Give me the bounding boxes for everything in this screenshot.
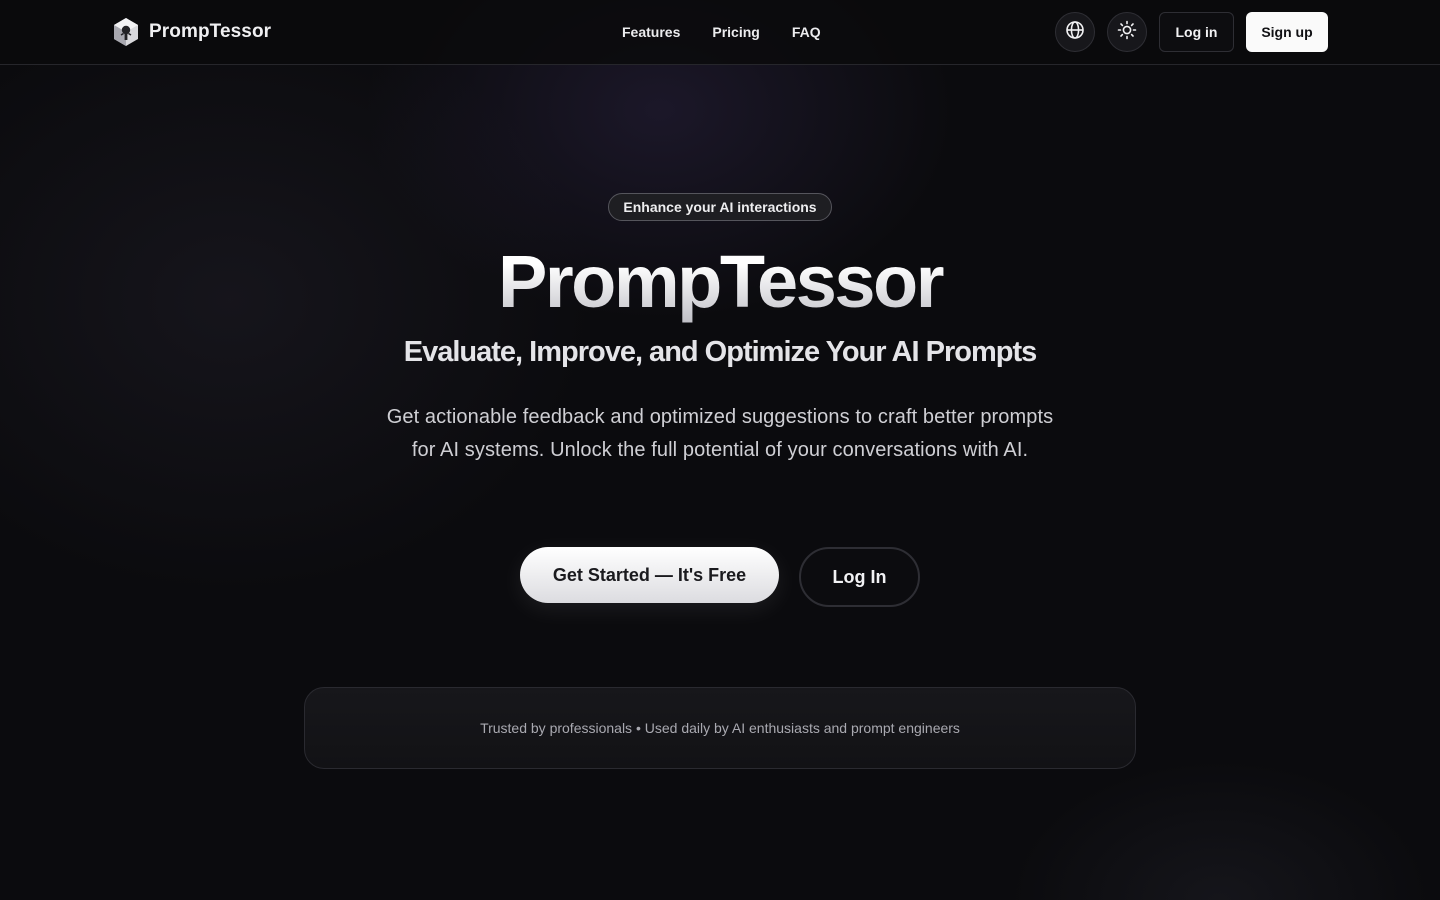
header-login-button[interactable]: Log in <box>1159 12 1234 52</box>
brand-name: PrompTessor <box>149 21 272 42</box>
nav-link-features[interactable]: Features <box>622 22 680 42</box>
prompttessor-logo-icon <box>113 17 139 47</box>
nav-link-faq[interactable]: FAQ <box>792 22 821 42</box>
trust-text: Trusted by professionals • Used daily by… <box>480 720 960 736</box>
globe-icon <box>1065 20 1085 45</box>
hero-login-button[interactable]: Log In <box>799 547 920 607</box>
nav-link-pricing[interactable]: Pricing <box>712 22 759 42</box>
hero-badge: Enhance your AI interactions <box>608 193 832 221</box>
sun-icon <box>1117 20 1137 45</box>
hero-title: PrompTessor <box>0 238 1440 326</box>
hero-description: Get actionable feedback and optimized su… <box>386 406 1054 461</box>
get-started-button[interactable]: Get Started — It's Free <box>520 547 779 603</box>
header-signup-button[interactable]: Sign up <box>1246 12 1328 52</box>
theme-toggle-button[interactable] <box>1107 12 1147 52</box>
language-button[interactable] <box>1055 12 1095 52</box>
top-navbar: PrompTessor Features Pricing FAQ Log in … <box>0 0 1440 65</box>
hero-subtitle: Evaluate, Improve, and Optimize Your AI … <box>403 336 1038 368</box>
main-nav: Features Pricing FAQ <box>622 22 821 42</box>
brand-link[interactable]: PrompTessor <box>113 16 271 48</box>
trust-banner: Trusted by professionals • Used daily by… <box>304 687 1136 769</box>
landing-page: PrompTessor Features Pricing FAQ Log in … <box>0 0 1440 900</box>
